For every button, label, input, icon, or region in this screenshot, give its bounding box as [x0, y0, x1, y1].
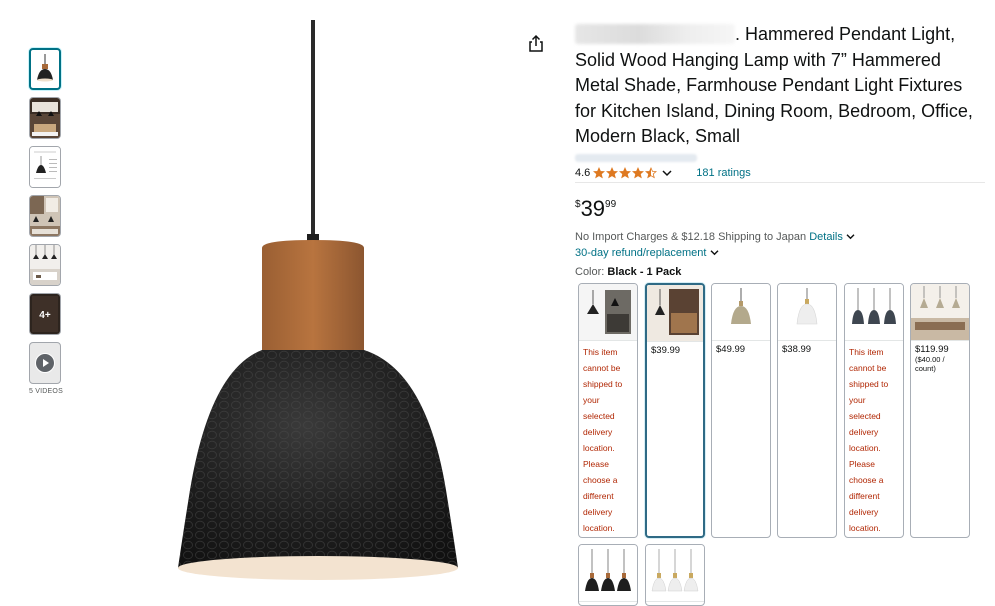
shipping-text: No Import Charges & $12.18 Shipping to J… [575, 231, 807, 243]
shipping-details-link[interactable]: Details [809, 231, 843, 243]
price: $3999 [575, 197, 616, 221]
swatch-image [646, 545, 704, 602]
thumbnail-room-scene[interactable] [29, 97, 61, 139]
main-product-image[interactable] [170, 20, 470, 592]
color-selection-label: Color: Black - 1 Pack [575, 266, 681, 278]
swatch-image [778, 284, 836, 341]
thumbnail-strip: 4+ 5 VIDEOS [29, 48, 63, 395]
star-rating[interactable] [593, 167, 658, 179]
share-icon[interactable] [526, 34, 546, 54]
swatch-image [579, 545, 637, 602]
product-title: . Hammered Pendant Light, Solid Wood Han… [575, 22, 985, 150]
stars-icon [593, 167, 658, 179]
color-swatch[interactable] [645, 544, 705, 606]
color-swatch[interactable]: $38.99 [777, 283, 837, 538]
color-swatch[interactable]: This item cannot be shipped to your sele… [578, 283, 638, 538]
color-swatch[interactable]: This item cannot be shipped to your sele… [844, 283, 904, 538]
thumbnail-three-lamps[interactable] [29, 244, 61, 286]
price-currency: $ [575, 199, 581, 210]
videos-count-label: 5 VIDEOS [29, 388, 63, 395]
price-whole: 39 [580, 196, 606, 221]
chevron-down-icon[interactable] [662, 169, 672, 177]
swatch-image [712, 284, 770, 341]
swatch-price: $119.99 [915, 344, 949, 355]
swatch-image [579, 284, 637, 341]
ratings-row: 4.6 181 ratings [575, 167, 751, 179]
product-title-block: . Hammered Pendant Light, Solid Wood Han… [575, 22, 985, 150]
swatch-image [647, 285, 703, 342]
thumbnail-dimensions[interactable] [29, 146, 61, 188]
chevron-down-icon [710, 250, 719, 256]
swatch-image [911, 284, 969, 341]
ratings-count-link[interactable]: 181 ratings [696, 167, 750, 179]
shipping-info: No Import Charges & $12.18 Shipping to J… [575, 231, 855, 243]
swatch-price: $49.99 [716, 344, 746, 355]
play-icon [35, 353, 55, 373]
unavailable-message: This item cannot be shipped to your sele… [583, 347, 623, 533]
color-swatch[interactable]: $119.99 ($40.00 / count) [910, 283, 970, 538]
refund-text: 30-day refund/replacement [575, 247, 707, 259]
redacted-brand [575, 24, 735, 44]
thumbnail-kitchen-scene[interactable] [29, 195, 61, 237]
swatch-price: $38.99 [782, 344, 812, 355]
thumbnail-more-images[interactable]: 4+ [29, 293, 61, 335]
thumbnail-video[interactable] [29, 342, 61, 384]
svg-text:4+: 4+ [39, 310, 51, 321]
price-fraction: 99 [605, 199, 617, 210]
swatch-image [845, 284, 903, 341]
rating-value: 4.6 [575, 167, 591, 179]
swatch-unit-price: ($40.00 / [915, 355, 945, 364]
thumbnail-pendant-lamp[interactable] [29, 48, 61, 90]
redacted-store-link[interactable] [575, 154, 697, 162]
refund-policy-link[interactable]: 30-day refund/replacement [575, 247, 719, 259]
color-label: Color: [575, 266, 605, 278]
color-swatch-selected[interactable]: $39.99 [645, 283, 705, 538]
color-selected-value: Black - 1 Pack [607, 266, 682, 278]
color-swatch[interactable]: $49.99 [711, 283, 771, 538]
swatch-unit-price-suffix: count) [915, 364, 936, 373]
unavailable-message: This item cannot be shipped to your sele… [849, 347, 889, 533]
divider [575, 182, 985, 183]
color-swatch[interactable] [578, 544, 638, 606]
chevron-down-icon[interactable] [846, 233, 855, 240]
swatch-price: $39.99 [651, 345, 681, 356]
